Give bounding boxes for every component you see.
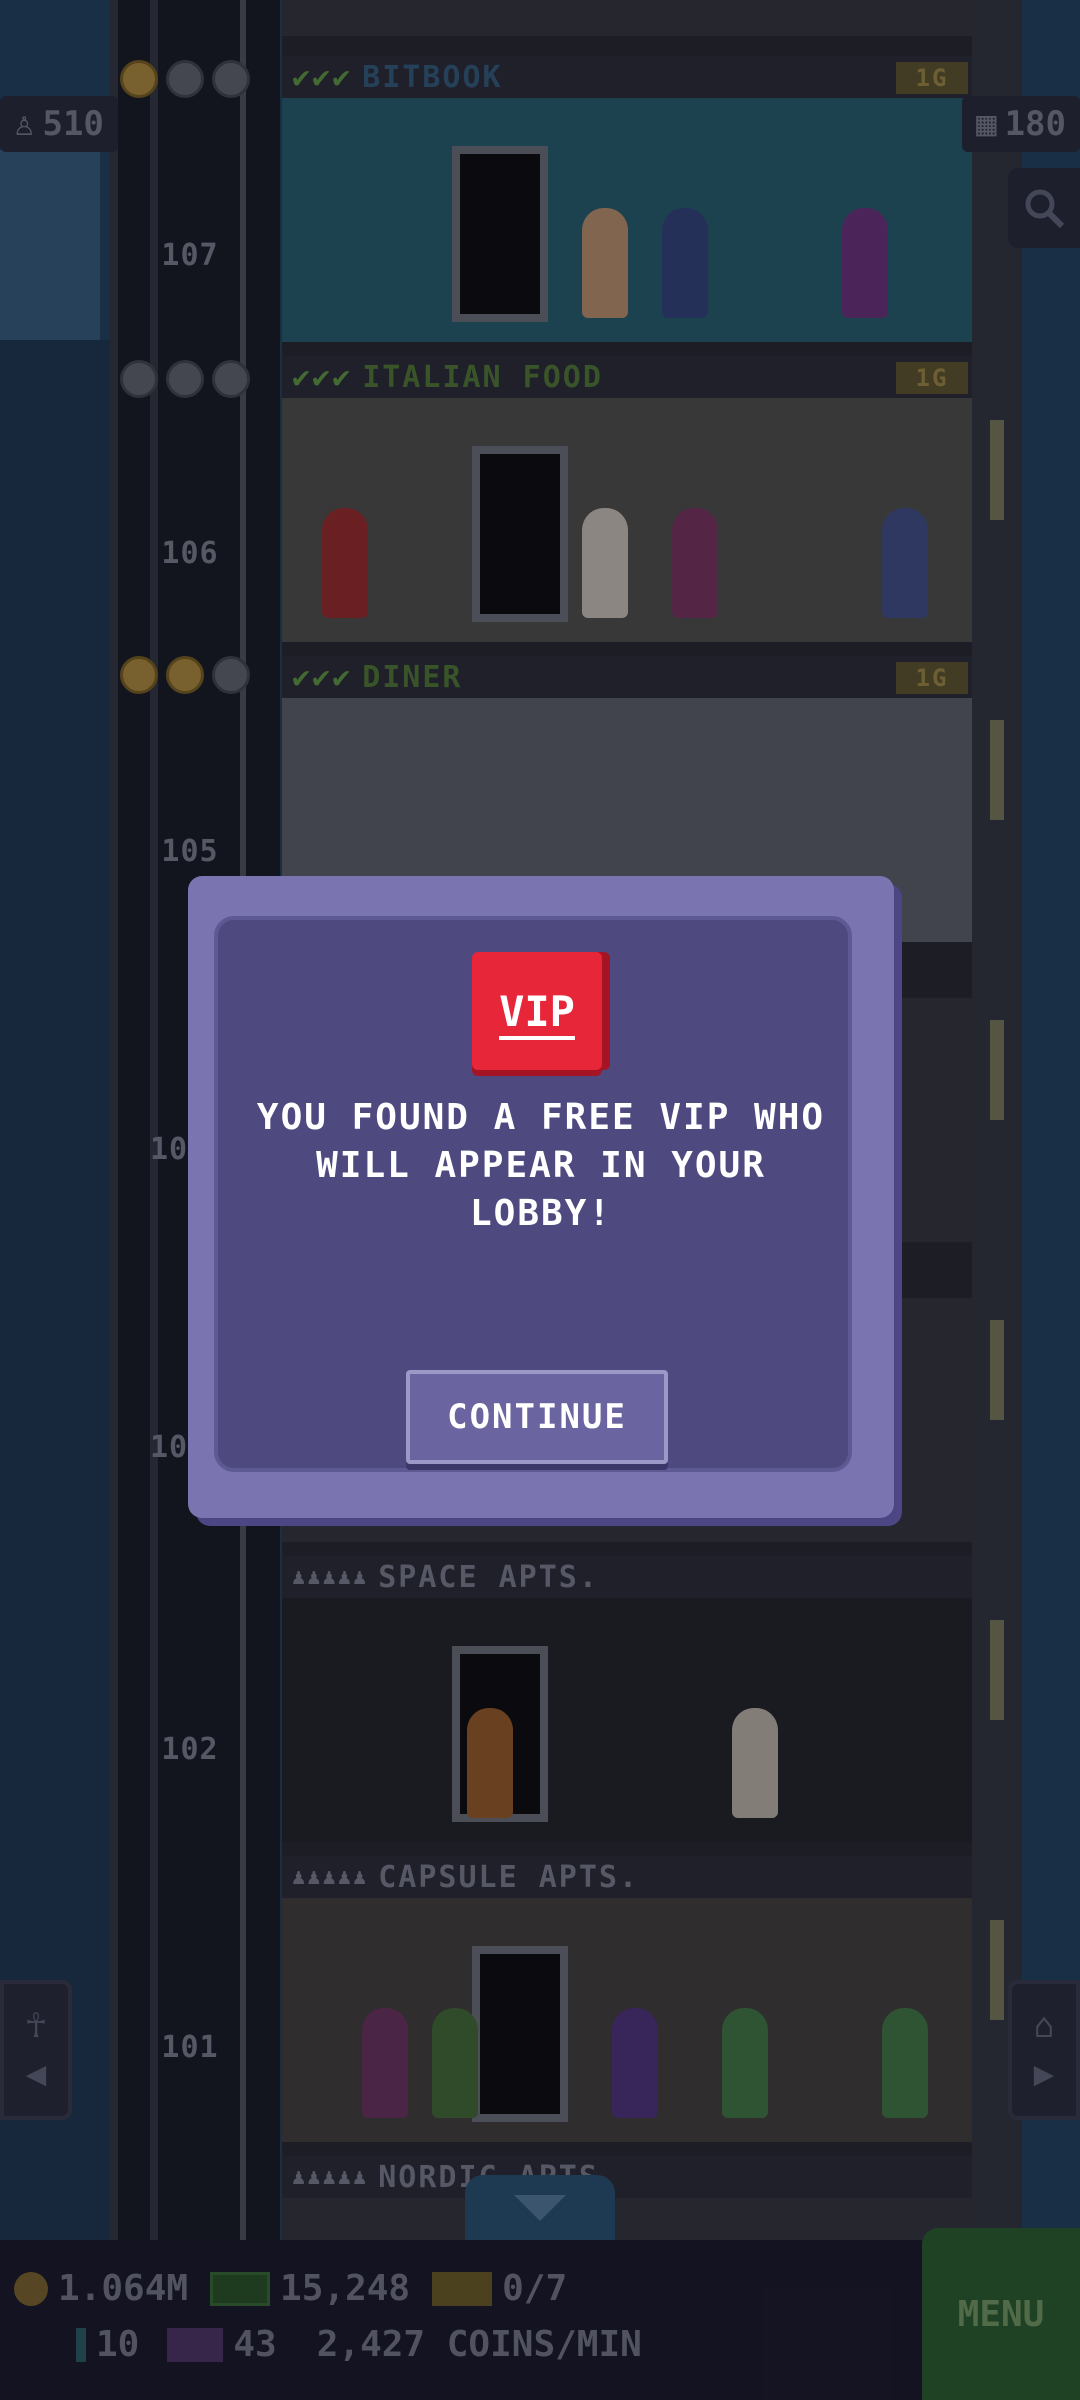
vip-badge: VIP — [472, 952, 602, 1070]
message-line: LOBBY! — [469, 1193, 613, 1234]
message-line: WILL APPEAR IN YOUR — [316, 1145, 766, 1186]
continue-button[interactable]: CONTINUE — [406, 1370, 668, 1464]
message-line: YOU FOUND A FREE VIP WHO — [256, 1097, 826, 1138]
vip-dialog: VIP YOU FOUND A FREE VIP WHO WILL APPEAR… — [188, 876, 894, 1518]
vip-dialog-message: YOU FOUND A FREE VIP WHO WILL APPEAR IN … — [228, 1094, 854, 1238]
